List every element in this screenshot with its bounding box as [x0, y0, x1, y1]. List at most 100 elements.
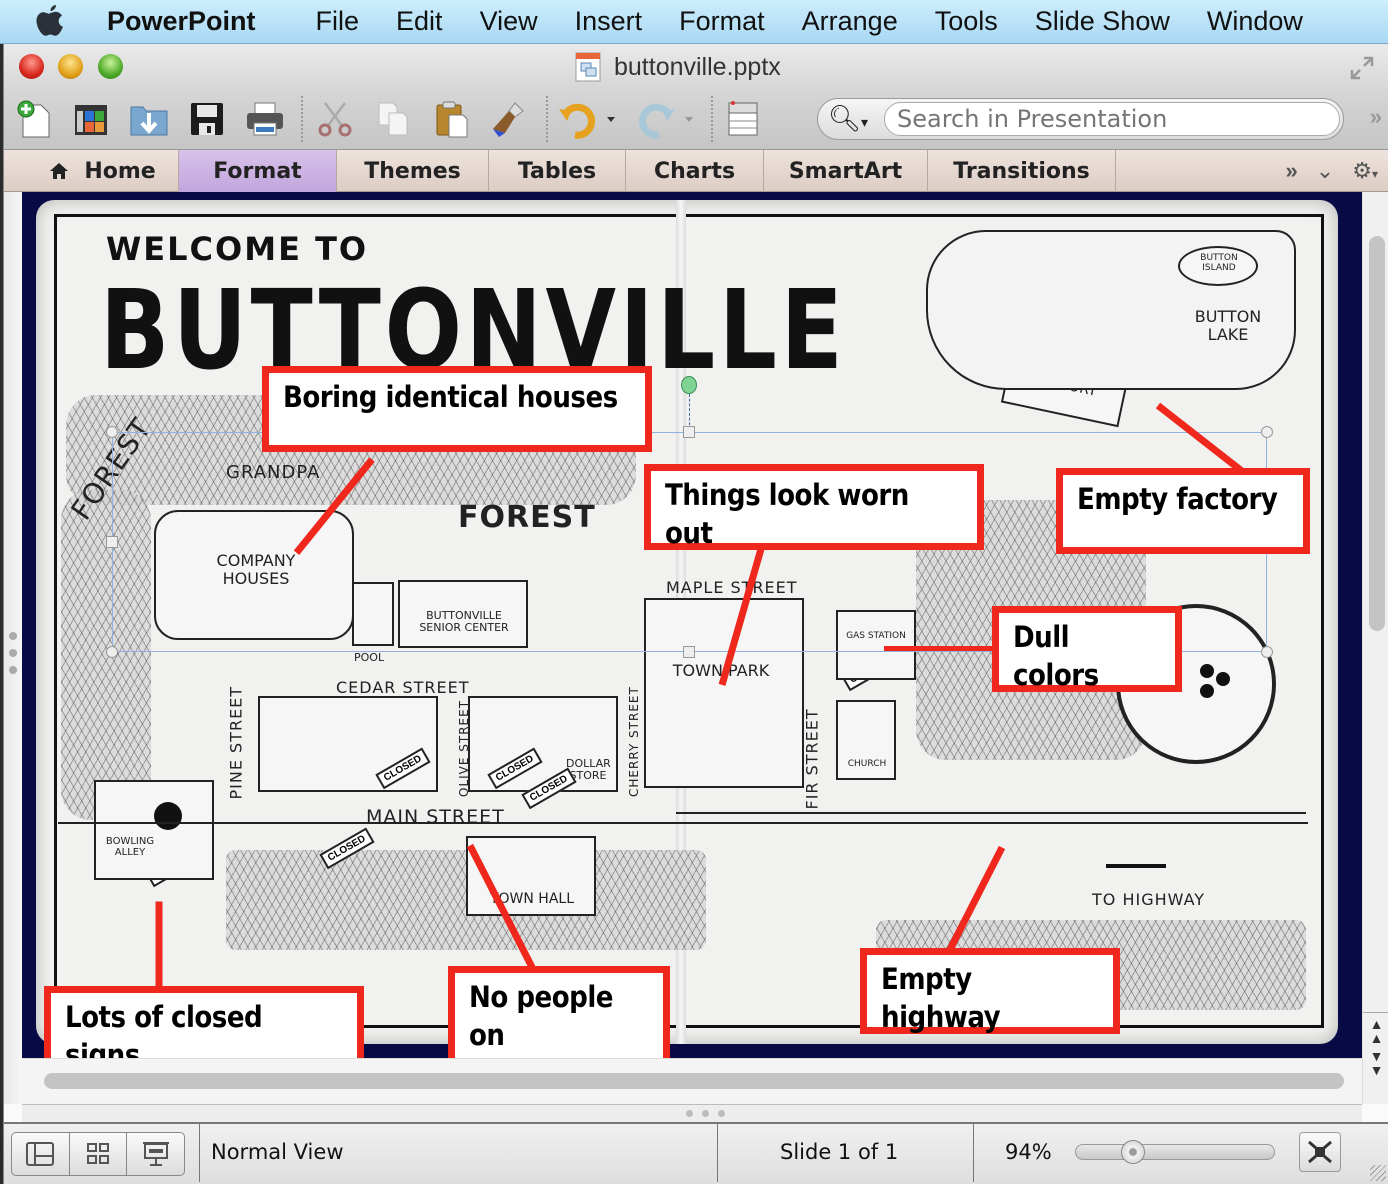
ribbon-overflow-icon[interactable]: » — [1286, 158, 1298, 184]
tab-format-label: Format — [213, 158, 302, 184]
tab-format[interactable]: Format — [179, 150, 337, 192]
slide-canvas[interactable]: WELCOME TO BUTTONVILLE FOREST FOREST GRA… — [22, 192, 1362, 1058]
tab-home[interactable]: Home — [4, 150, 179, 192]
splitter-grip-dot — [686, 1110, 693, 1117]
menu-format[interactable]: Format — [679, 6, 765, 37]
notes-pane-splitter[interactable] — [22, 1104, 1362, 1122]
rotate-handle[interactable] — [681, 376, 697, 394]
pptx-file-icon — [575, 52, 601, 82]
copy-button[interactable] — [370, 96, 416, 142]
menu-insert[interactable]: Insert — [575, 6, 643, 37]
tab-tables[interactable]: Tables — [489, 150, 626, 192]
menu-window[interactable]: Window — [1207, 6, 1303, 37]
save-button[interactable] — [184, 96, 230, 142]
menu-slide-show[interactable]: Slide Show — [1035, 6, 1170, 37]
callout-closed-signs[interactable]: Lots of closed signs — [44, 986, 364, 1058]
tab-smartart[interactable]: SmartArt — [764, 150, 928, 192]
shops-block — [258, 696, 438, 792]
normal-view-icon — [26, 1142, 55, 1166]
close-button[interactable] — [19, 54, 44, 79]
resize-handle[interactable] — [683, 426, 695, 438]
toolbar-overflow-button[interactable]: » — [1370, 104, 1382, 130]
menu-tools[interactable]: Tools — [935, 6, 998, 37]
zoom-button[interactable] — [98, 54, 123, 79]
menu-arrange[interactable]: Arrange — [802, 6, 898, 37]
next-slide-icon[interactable]: ▼ ▼ — [1363, 1049, 1388, 1077]
new-presentation-button[interactable] — [12, 96, 58, 142]
format-painter-button[interactable] — [486, 96, 532, 142]
resize-handle[interactable] — [106, 646, 118, 658]
paste-button[interactable] — [428, 96, 474, 142]
status-separator — [199, 1124, 200, 1182]
open-folder-icon — [130, 106, 168, 136]
splitter-grip-dot — [9, 666, 17, 674]
menu-app-name[interactable]: PowerPoint — [107, 6, 256, 37]
menu-edit[interactable]: Edit — [396, 6, 443, 37]
resize-handle[interactable] — [106, 426, 118, 438]
map-label-cedar-street: CEDAR STREET — [336, 678, 470, 697]
horizontal-scroll-thumb[interactable] — [44, 1073, 1344, 1089]
window-resize-grip[interactable] — [1370, 1165, 1386, 1181]
slide-pane-splitter[interactable] — [4, 192, 22, 1104]
print-button[interactable] — [242, 96, 288, 142]
resize-handle[interactable] — [106, 536, 118, 548]
menu-file[interactable]: File — [316, 6, 360, 37]
menu-bar: PowerPoint File Edit View Insert Format … — [0, 0, 1388, 44]
slide-show-button[interactable] — [127, 1133, 184, 1175]
open-button[interactable] — [126, 96, 172, 142]
callout-dull-colors[interactable]: Dull colors — [992, 606, 1182, 692]
undo-button[interactable] — [554, 96, 624, 142]
home-icon — [50, 163, 69, 179]
callout-empty-factory[interactable]: Empty factory — [1056, 468, 1310, 554]
gear-icon[interactable]: ⚙▾ — [1352, 158, 1378, 184]
ribbon-controls: » ⌄ ⚙▾ — [1286, 150, 1388, 192]
button-lake: BUTTON LAKE BUTTON ISLAND — [926, 230, 1296, 390]
normal-view-button[interactable] — [12, 1133, 70, 1175]
resize-handle[interactable] — [1261, 426, 1273, 438]
previous-slide-icon[interactable]: ▲ ▲ — [1363, 1017, 1388, 1045]
tab-home-label: Home — [84, 158, 156, 184]
search-icon[interactable]: 🔍︎▾ — [828, 103, 868, 134]
highway-edge — [676, 812, 1306, 814]
gallery-button[interactable] — [68, 96, 114, 142]
tab-charts-label: Charts — [653, 158, 736, 184]
view-mode-label: Normal View — [211, 1140, 344, 1164]
search-box: 🔍︎▾ — [817, 98, 1344, 140]
map-label-button-lake: BUTTON LAKE — [1194, 307, 1262, 344]
fit-to-window-button[interactable] — [1299, 1132, 1341, 1172]
resize-handle[interactable] — [1261, 646, 1273, 658]
callout-worn-out[interactable]: Things look worn out — [644, 464, 984, 550]
horizontal-scrollbar[interactable] — [22, 1058, 1362, 1104]
ribbon-tabs: Home Format Themes Tables Charts SmartAr… — [4, 150, 1388, 192]
collapse-ribbon-icon[interactable]: ⌄ — [1316, 158, 1334, 184]
bowling-alley-block: BOWLING ALLEY — [94, 780, 214, 880]
window-title: buttonville.pptx — [574, 51, 781, 83]
map-label-to-highway: TO HIGHWAY — [1092, 890, 1206, 909]
resize-handle[interactable] — [683, 646, 695, 658]
tab-transitions[interactable]: Transitions — [928, 150, 1116, 192]
map-label-bowling-alley: BOWLING ALLEY — [105, 836, 155, 858]
slide-layout-button[interactable] — [720, 96, 766, 142]
callout-no-people[interactable]: No people on sidewalks — [448, 966, 670, 1058]
cut-button[interactable] — [312, 96, 358, 142]
map-label-button-island: BUTTON ISLAND — [1200, 253, 1238, 273]
apple-menu[interactable] — [0, 0, 100, 44]
toolbar-separator — [711, 96, 713, 142]
search-input[interactable] — [884, 102, 1340, 136]
zoom-slider-knob[interactable] — [1121, 1140, 1146, 1164]
splitter-grip-dot — [9, 649, 17, 657]
callout-boring-houses[interactable]: Boring identical houses — [262, 366, 652, 452]
zoom-slider[interactable] — [1075, 1140, 1275, 1164]
tab-charts[interactable]: Charts — [626, 150, 764, 192]
tab-themes[interactable]: Themes — [337, 150, 489, 192]
vertical-scrollbar[interactable]: ▲ ▲ ▼ ▼ — [1362, 192, 1388, 1104]
menu-view[interactable]: View — [480, 6, 538, 37]
vertical-scroll-thumb[interactable] — [1369, 236, 1385, 631]
minimize-button[interactable] — [58, 54, 83, 79]
fullscreen-button[interactable] — [1348, 54, 1376, 82]
redo-button[interactable] — [630, 96, 700, 142]
slide-sorter-button[interactable] — [70, 1133, 128, 1175]
callout-empty-highway[interactable]: Empty highway — [860, 948, 1120, 1034]
new-document-icon — [17, 100, 50, 138]
map-label-church: CHURCH — [847, 759, 887, 769]
